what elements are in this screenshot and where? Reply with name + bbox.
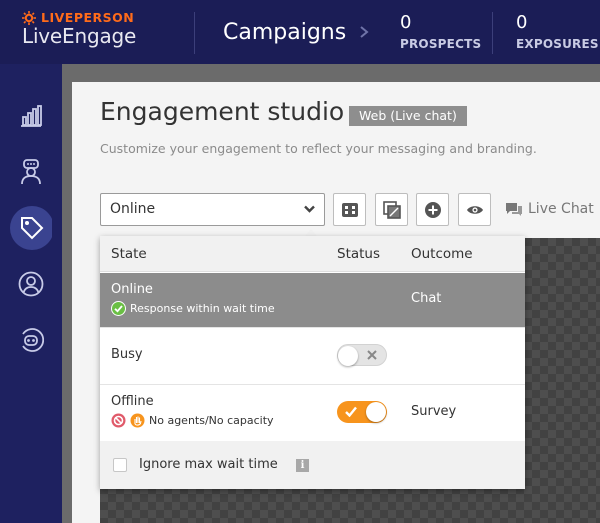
ignore-max-wait-checkbox[interactable] [113,458,127,472]
nav-item-users[interactable] [11,264,51,304]
tag-icon [21,217,44,240]
state-dropdown: State Status Outcome Online Response wit… [100,236,525,489]
page-title: Engagement studio [100,97,345,126]
state-row-offline[interactable]: Offline No agents/No capacity Survey [100,385,525,441]
live-chat-text: Live Chat [528,201,594,217]
user-circle-icon [18,271,44,297]
state-sub-text: No agents/No capacity [149,414,274,427]
live-chat-label[interactable]: Live Chat [505,201,594,217]
dropdown-header: State Status Outcome [100,236,525,272]
window-overlay-icon [382,200,401,219]
toggle-knob [338,346,358,366]
state-name: Offline [111,394,154,409]
dropdown-footer: Ignore max wait time i [100,441,525,489]
state-sub: Response within wait time [111,301,275,316]
liveperson-logo[interactable]: LIVEPERSON LiveEngage [22,10,136,48]
section-title[interactable]: Campaigns [223,20,346,45]
nav-item-bots[interactable] [11,320,51,360]
status-toggle-on[interactable] [337,401,387,423]
bot-icon [22,328,44,352]
channel-badge: Web (Live chat) [349,106,467,126]
divider [492,12,493,54]
chevron-down-icon [304,205,315,213]
status-toggle-off[interactable] [337,344,387,366]
bar-chart-icon [21,105,42,127]
ignore-max-wait-label[interactable]: Ignore max wait time [139,457,278,472]
prospects-label: PROSPECTS [400,37,482,51]
state-sub: No agents/No capacity [111,413,274,428]
eye-icon [466,205,483,214]
brand-bottom-text: LiveEngage [22,24,137,48]
layout-button[interactable] [333,193,366,226]
window-button[interactable] [375,193,408,226]
state-select[interactable]: Online [100,193,325,226]
left-nav [0,64,66,523]
toggle-knob [366,402,386,422]
preview-button[interactable] [458,193,491,226]
no-entry-icon [111,413,126,428]
state-row-online[interactable]: Online Response within wait time Chat [100,273,525,328]
agent-icon [21,159,41,185]
check-circle-icon [111,301,126,316]
prospects-stat: 0 PROSPECTS [400,12,481,51]
layout-icon [341,202,358,217]
nav-item-agents[interactable] [11,152,51,192]
state-name: Online [111,282,153,297]
add-button[interactable] [416,193,449,226]
chevron-right-icon [360,26,369,38]
state-outcome: Survey [411,404,457,419]
state-select-value: Online [110,201,156,217]
exposures-stat: 0 EXPOSURES [516,12,599,51]
top-bar: LIVEPERSON LiveEngage Campaigns 0 PROSPE… [0,0,600,64]
plus-circle-icon [424,201,441,218]
header-state: State [111,246,147,262]
nav-item-campaigns[interactable] [10,206,66,250]
state-sub-text: Response within wait time [130,302,275,315]
hand-icon [130,413,145,428]
state-outcome: Chat [411,291,442,306]
brand-top-text: LIVEPERSON [41,10,135,25]
header-status: Status [337,246,381,262]
header-outcome: Outcome [411,246,473,262]
liveperson-sun-icon [22,10,36,25]
chat-bubbles-icon [506,202,522,216]
prospects-count: 0 [400,12,412,33]
exposures-label: EXPOSURES [516,37,599,51]
x-icon [367,350,377,360]
page-subtitle: Customize your engagement to reflect you… [100,141,537,156]
exposures-count: 0 [516,12,528,33]
nav-item-analytics[interactable] [11,96,51,136]
check-icon [345,406,357,417]
info-icon[interactable]: i [296,459,309,472]
state-name: Busy [111,347,143,362]
divider [194,12,195,54]
state-row-busy[interactable]: Busy [100,328,525,385]
